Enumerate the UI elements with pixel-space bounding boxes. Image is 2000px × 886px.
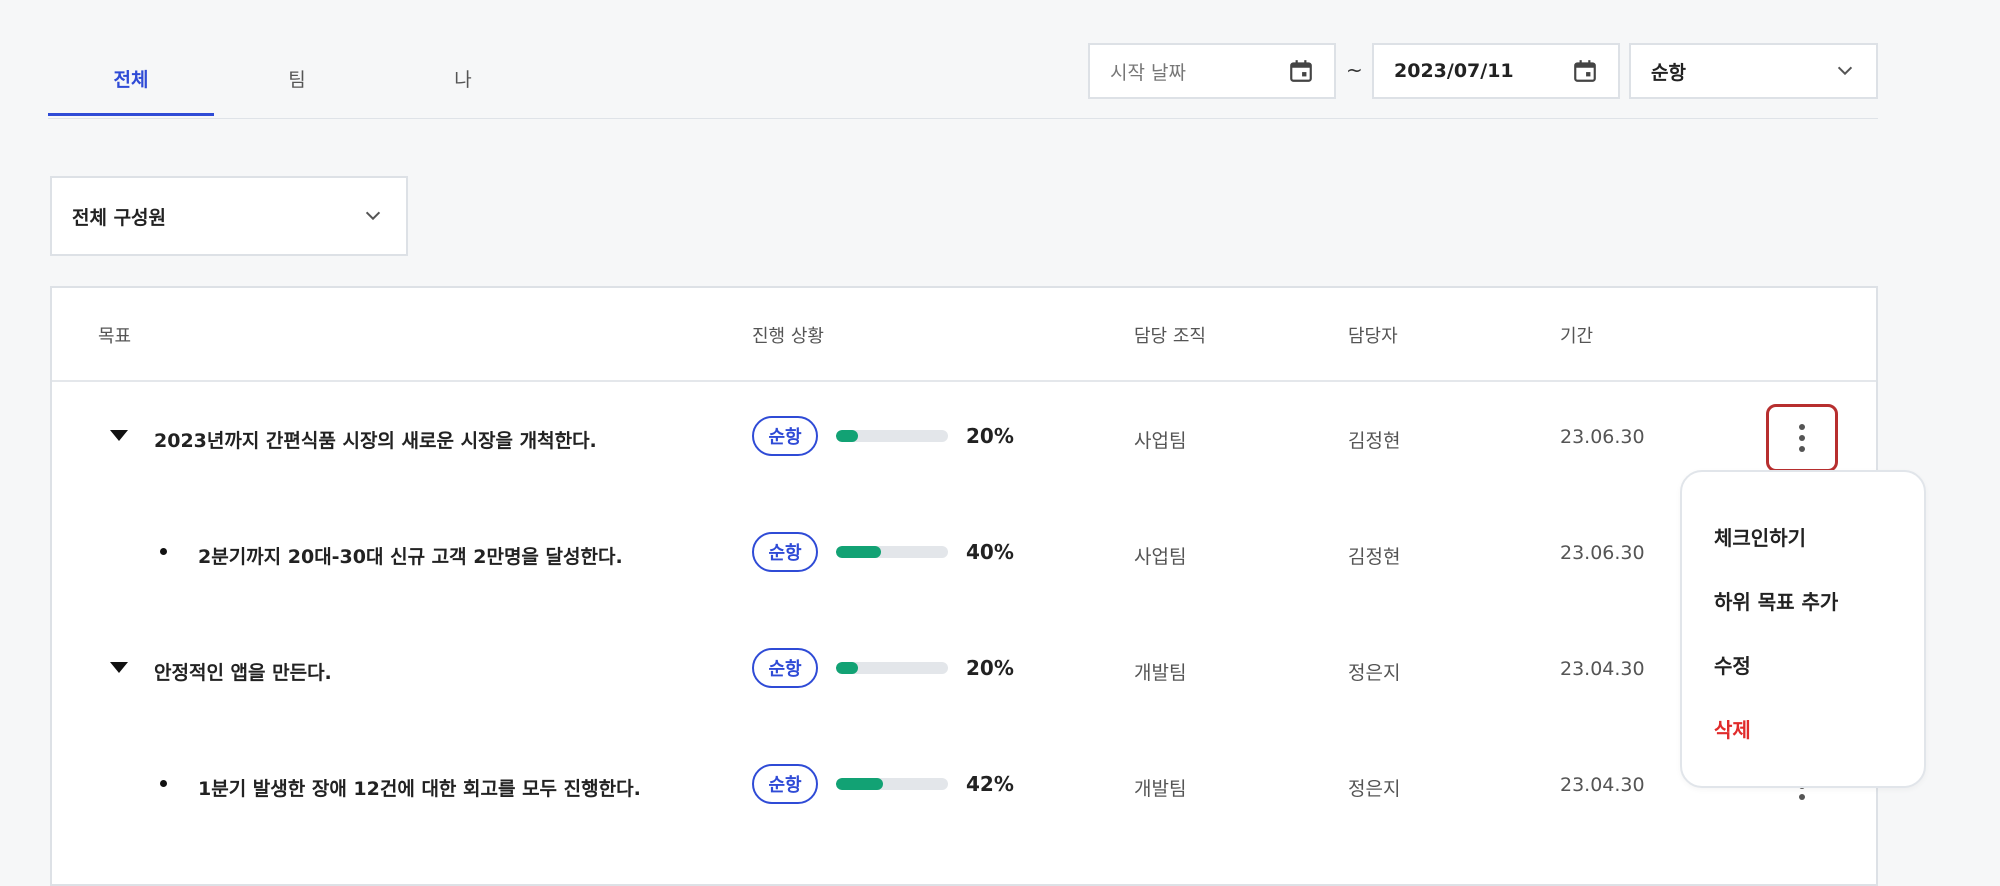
end-date-picker[interactable]: 2023/07/11 xyxy=(1372,43,1620,99)
more-vertical-icon[interactable] xyxy=(1766,404,1838,472)
goal-title[interactable]: 2023년까지 간편식품 시장의 새로운 시장을 개척한다. xyxy=(154,426,597,453)
status-badge: 순항 xyxy=(752,764,818,804)
owner-name: 김정현 xyxy=(1348,430,1401,452)
org-name: 사업팀 xyxy=(1134,546,1187,568)
header-owner: 담당자 xyxy=(1348,326,1398,347)
header-period: 기간 xyxy=(1560,326,1594,347)
active-tab-indicator xyxy=(48,113,214,116)
progress-percent: 20% xyxy=(966,656,1014,680)
chevron-down-icon xyxy=(1837,66,1853,76)
progress-percent: 42% xyxy=(966,772,1014,796)
tab-me[interactable]: 나 xyxy=(380,40,546,116)
table-row[interactable]: 2분기까지 20대-30대 신규 고객 2만명을 달성한다. 순항 40% 사업… xyxy=(52,498,1876,614)
menu-item-checkin[interactable]: 체크인하기 xyxy=(1714,522,1806,551)
calendar-icon[interactable] xyxy=(1288,58,1314,84)
progress-bar xyxy=(836,546,948,558)
owner-name: 김정현 xyxy=(1348,546,1401,568)
goal-title[interactable]: 안정적인 앱을 만든다. xyxy=(154,658,332,685)
table-row[interactable]: 2023년까지 간편식품 시장의 새로운 시장을 개척한다. 순항 20% 사업… xyxy=(52,382,1876,498)
owner-name: 정은지 xyxy=(1348,662,1401,684)
menu-item-add-subgoal[interactable]: 하위 목표 추가 xyxy=(1714,586,1838,615)
progress-percent: 20% xyxy=(966,424,1014,448)
goal-title[interactable]: 1분기 발생한 장애 12건에 대한 회고를 모두 진행한다. xyxy=(198,774,641,801)
end-date-value: 2023/07/11 xyxy=(1394,60,1514,82)
table-row[interactable]: 1분기 발생한 장애 12건에 대한 회고를 모두 진행한다. 순항 42% 개… xyxy=(52,730,1876,846)
start-date-picker[interactable]: 시작 날짜 xyxy=(1088,43,1336,99)
menu-item-delete[interactable]: 삭제 xyxy=(1714,714,1751,743)
progress-percent: 40% xyxy=(966,540,1014,564)
org-name: 사업팀 xyxy=(1134,430,1187,452)
row-context-menu: 체크인하기 하위 목표 추가 수정 삭제 xyxy=(1680,470,1926,788)
progress-bar xyxy=(836,662,948,674)
progress-fill xyxy=(836,662,859,674)
caret-down-icon[interactable] xyxy=(110,662,128,673)
status-badge: 순항 xyxy=(752,416,818,456)
member-select-value: 전체 구성원 xyxy=(72,206,167,229)
calendar-icon[interactable] xyxy=(1572,58,1598,84)
header-progress: 진행 상황 xyxy=(752,326,824,347)
table-row[interactable]: 안정적인 앱을 만든다. 순항 20% 개발팀 정은지 23.04.30 xyxy=(52,614,1876,730)
header-goal: 목표 xyxy=(98,326,132,347)
goals-table: 목표 진행 상황 담당 조직 담당자 기간 2023년까지 간편식품 시장의 새… xyxy=(50,286,1878,886)
progress-bar xyxy=(836,430,948,442)
status-select[interactable]: 순항 xyxy=(1629,43,1878,99)
progress-bar xyxy=(836,778,948,790)
start-date-placeholder: 시작 날짜 xyxy=(1110,61,1186,84)
status-select-value: 순항 xyxy=(1651,61,1686,84)
period-date: 23.04.30 xyxy=(1560,658,1645,680)
goal-title[interactable]: 2분기까지 20대-30대 신규 고객 2만명을 달성한다. xyxy=(198,542,623,569)
status-badge: 순항 xyxy=(752,532,818,572)
menu-item-edit[interactable]: 수정 xyxy=(1714,650,1751,679)
bullet-icon xyxy=(160,780,167,787)
period-date: 23.06.30 xyxy=(1560,542,1645,564)
period-date: 23.04.30 xyxy=(1560,774,1645,796)
header-org: 담당 조직 xyxy=(1134,326,1206,347)
tab-team[interactable]: 팀 xyxy=(214,40,380,116)
progress-fill xyxy=(836,430,859,442)
progress-fill xyxy=(836,546,881,558)
status-badge: 순항 xyxy=(752,648,818,688)
period-date: 23.06.30 xyxy=(1560,426,1645,448)
table-header: 목표 진행 상황 담당 조직 담당자 기간 xyxy=(52,288,1876,382)
org-name: 개발팀 xyxy=(1134,662,1187,684)
progress-fill xyxy=(836,778,884,790)
date-range-separator: ~ xyxy=(1346,58,1363,82)
bullet-icon xyxy=(160,548,167,555)
caret-down-icon[interactable] xyxy=(110,430,128,441)
tab-all[interactable]: 전체 xyxy=(48,40,214,116)
chevron-down-icon xyxy=(365,211,381,221)
owner-name: 정은지 xyxy=(1348,778,1401,800)
org-name: 개발팀 xyxy=(1134,778,1187,800)
member-select[interactable]: 전체 구성원 xyxy=(50,176,408,256)
